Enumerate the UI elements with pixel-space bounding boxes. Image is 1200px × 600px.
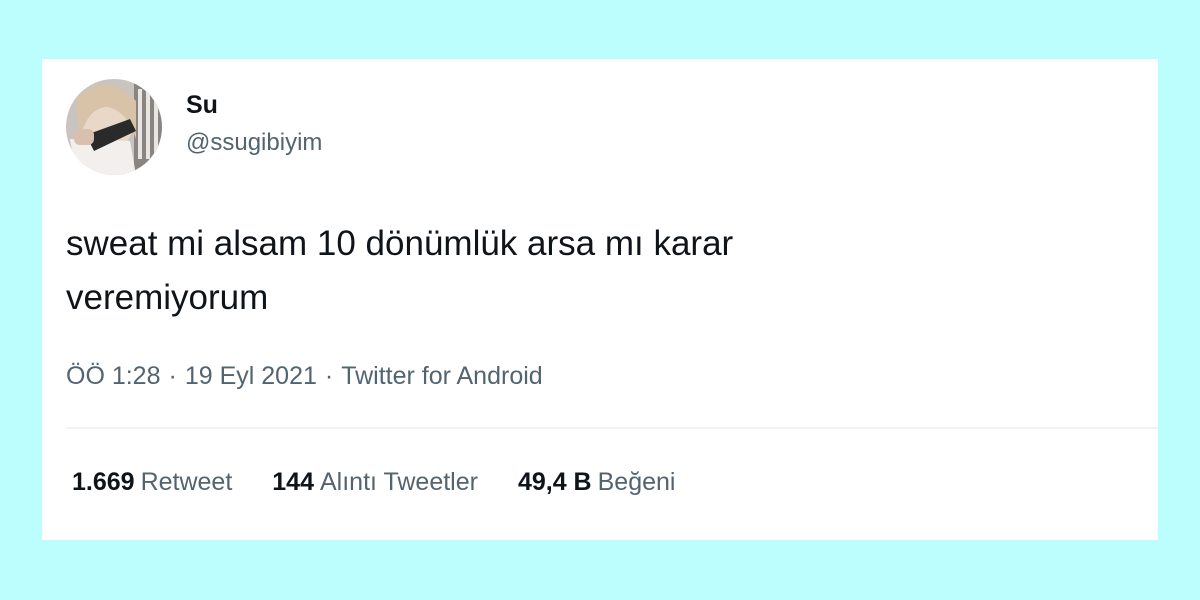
tweet-meta: ÖÖ 1:28 · 19 Eyl 2021 · Twitter for Andr… <box>66 361 543 391</box>
tweet-source[interactable]: Twitter for Android <box>341 361 542 391</box>
avatar[interactable] <box>66 79 162 175</box>
meta-separator: · <box>168 362 177 390</box>
quote-tweets-stat[interactable]: 144 Alıntı Tweetler <box>272 467 478 497</box>
likes-label: Beğeni <box>597 468 676 496</box>
tweet-text: sweat mi alsam 10 dönümlük arsa mı karar… <box>66 224 734 317</box>
avatar-image <box>66 79 162 175</box>
tweet-date[interactable]: 19 Eyl 2021 <box>185 361 317 391</box>
retweets-label: Retweet <box>140 468 233 496</box>
display-name[interactable]: Su <box>186 90 322 120</box>
tweet-time[interactable]: ÖÖ 1:28 <box>66 361 161 391</box>
quote-tweets-count: 144 <box>272 468 314 496</box>
user-handle[interactable]: @ssugibiyim <box>186 128 322 158</box>
tweet-card: Su @ssugibiyim sweat mi alsam 10 dönümlü… <box>42 59 1158 540</box>
quote-tweets-label: Alıntı Tweetler <box>320 468 478 496</box>
divider <box>66 427 1158 429</box>
tweet-stats: 1.669 Retweet 144 Alıntı Tweetler 49,4 B Be… <box>72 467 715 497</box>
meta-separator: · <box>324 362 334 390</box>
likes-stat[interactable]: 49,4 B Beğeni <box>518 467 676 497</box>
author-identity: Su @ssugibiyim <box>186 90 322 158</box>
retweets-count: 1.669 <box>72 468 135 496</box>
tweet-header: Su @ssugibiyim <box>66 79 322 175</box>
likes-count: 49,4 B <box>517 468 592 496</box>
retweets-stat[interactable]: 1.669 Retweet <box>72 467 232 497</box>
